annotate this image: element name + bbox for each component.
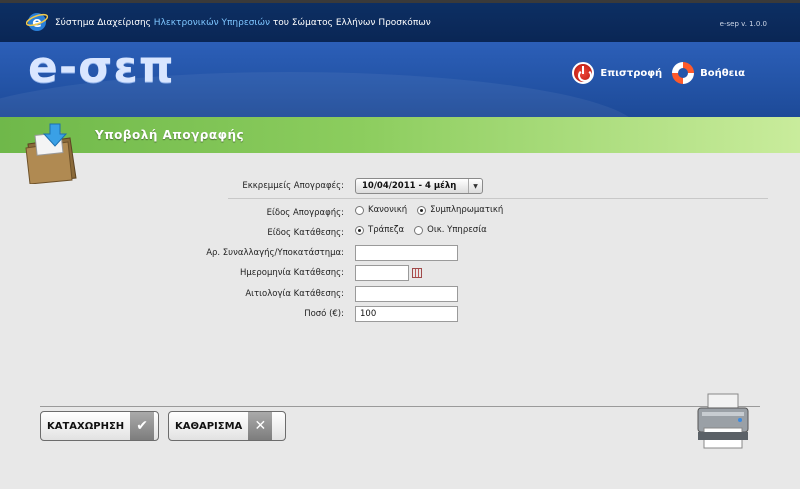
transaction-row: Αρ. Συναλλαγής/Υποκατάστημα: [0, 245, 800, 263]
radio-finance-service-label: Οικ. Υπηρεσία [427, 225, 487, 235]
pending-select[interactable]: 10/04/2011 - 4 μέλη ▼ [355, 178, 483, 194]
deposit-label: Είδος Κατάθεσης: [267, 228, 344, 238]
brand-logo: e-σεπ [28, 42, 175, 93]
system-title: Σύστημα Διαχείρισης Ηλεκτρονικών Υπηρεσι… [55, 18, 431, 28]
top-bar: e Σύστημα Διαχείρισης Ηλεκτρονικών Υπηρε… [0, 0, 800, 42]
transaction-label: Αρ. Συναλλαγής/Υποκατάστημα: [206, 248, 344, 258]
bottom-divider [40, 406, 760, 407]
radio-normal-dot[interactable] [355, 205, 364, 215]
type-label: Είδος Απογραφής: [266, 208, 344, 218]
radio-bank-label: Τράπεζα [368, 225, 405, 235]
close-icon: ✕ [248, 412, 273, 440]
pending-row: Εκκρεμμείς Απογραφές: 10/04/2011 - 4 μέλ… [0, 178, 800, 196]
pending-select-value: 10/04/2011 - 4 μέλη [362, 181, 457, 191]
folder-download-icon [25, 123, 77, 184]
clear-button[interactable]: ΚΑΘΑΡΙΣΜΑ ✕ [168, 411, 286, 441]
e-logo-icon: e [26, 13, 48, 31]
header-actions: Επιστροφή Βοήθεια [572, 62, 745, 84]
radio-bank-dot[interactable] [355, 225, 364, 235]
date-row: Ημερομηνία Κατάθεσης: [0, 265, 800, 283]
deposit-row: Είδος Κατάθεσης: Τράπεζα Οικ. Υπηρεσία [0, 225, 800, 243]
radio-bank[interactable]: Τράπεζα [355, 225, 404, 235]
clear-button-label: ΚΑΘΑΡΙΣΜΑ [175, 420, 243, 432]
header-banner: e-σεπ Επιστροφή Βοήθεια [0, 42, 800, 117]
transaction-input[interactable] [355, 245, 458, 261]
save-button-label: ΚΑΤΑΧΩΡΗΣΗ [47, 420, 125, 432]
amount-row: Ποσό (€): [0, 306, 800, 324]
help-label: Βοήθεια [700, 67, 745, 79]
radio-finance-service[interactable]: Οικ. Υπηρεσία [414, 225, 487, 235]
return-label: Επιστροφή [600, 67, 663, 79]
amount-input[interactable] [355, 306, 458, 322]
checkmark-icon: ✔ [130, 412, 155, 440]
reason-label: Αιτιολογία Κατάθεσης: [245, 289, 344, 299]
radio-supplementary[interactable]: Συμπληρωματική [417, 205, 503, 215]
radio-normal[interactable]: Κανονική [355, 205, 407, 215]
help-link[interactable]: Βοήθεια [672, 62, 745, 84]
amount-label: Ποσό (€): [304, 309, 344, 319]
return-link[interactable]: Επιστροφή [572, 62, 662, 84]
form-divider [228, 198, 768, 199]
section-header: Υποβολή Απογραφής [0, 117, 800, 153]
date-input[interactable] [355, 265, 409, 281]
chevron-down-icon: ▼ [468, 179, 482, 193]
save-button[interactable]: ΚΑΤΑΧΩΡΗΣΗ ✔ [40, 411, 159, 441]
radio-normal-label: Κανονική [368, 205, 408, 215]
reason-input[interactable] [355, 286, 458, 302]
page-title: Υποβολή Απογραφής [95, 128, 245, 142]
radio-finance-service-dot[interactable] [414, 225, 424, 235]
reason-row: Αιτιολογία Κατάθεσης: [0, 286, 800, 304]
version-label: e-sep v. 1.0.0 [719, 20, 767, 28]
printer-icon[interactable] [694, 392, 752, 452]
radio-supplementary-dot[interactable] [417, 205, 427, 215]
type-row: Είδος Απογραφής: Κανονική Συμπληρωματική [0, 205, 800, 223]
date-label: Ημερομηνία Κατάθεσης: [239, 268, 344, 278]
radio-supplementary-label: Συμπληρωματική [430, 205, 504, 215]
pending-label: Εκκρεμμείς Απογραφές: [242, 181, 344, 191]
lifebuoy-icon [672, 62, 695, 84]
calendar-icon[interactable] [412, 268, 422, 278]
power-icon [572, 62, 595, 84]
